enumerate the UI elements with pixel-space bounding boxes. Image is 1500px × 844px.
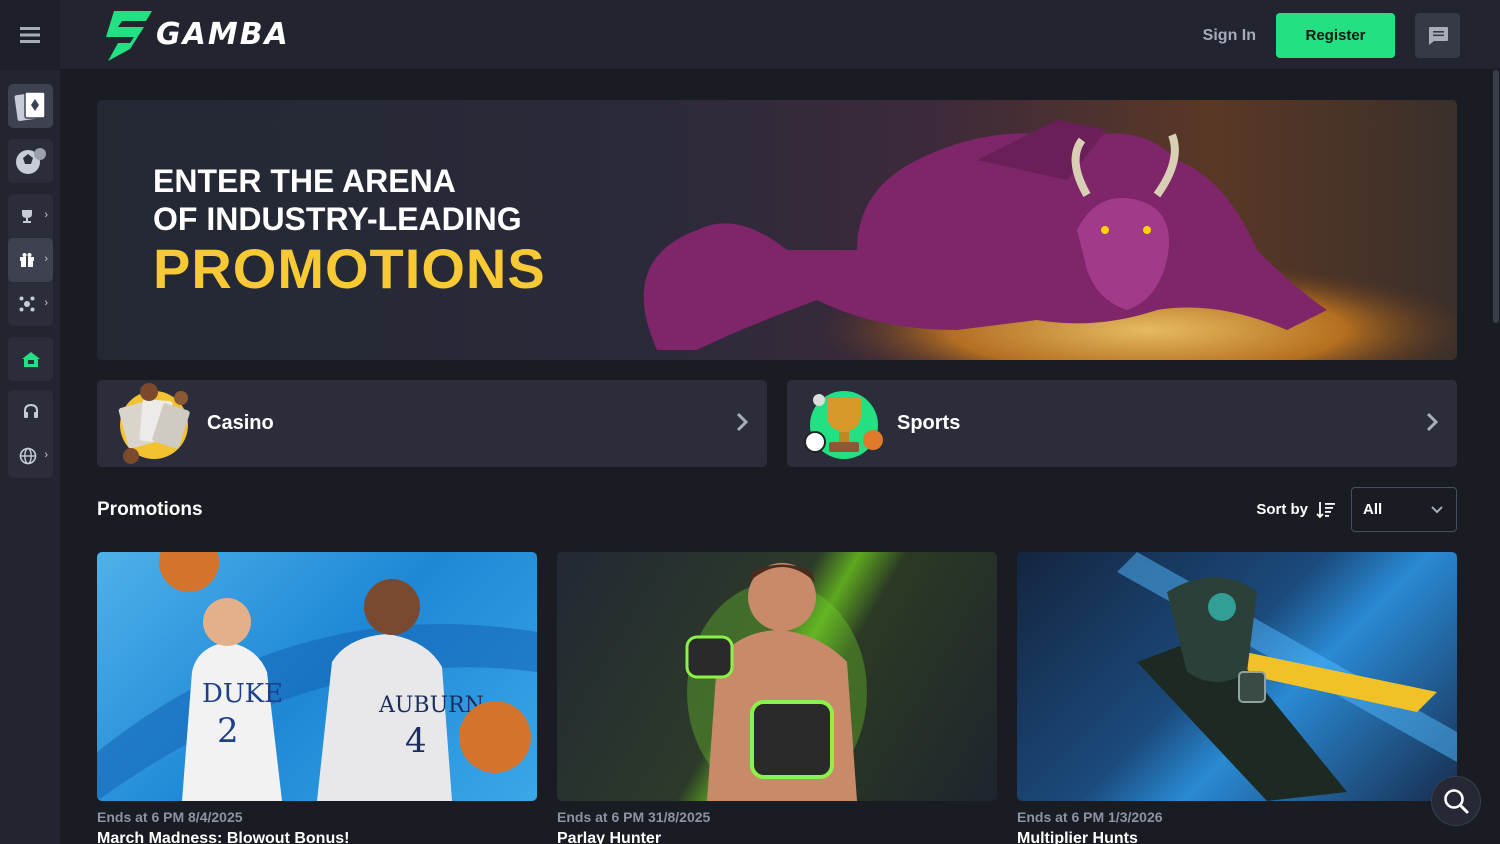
sidebar-item-promotions[interactable]: › — [8, 238, 53, 282]
chevron-right-icon — [1426, 412, 1439, 432]
chevron-right-icon: › — [44, 209, 48, 221]
sidebar-item-vip[interactable] — [8, 337, 53, 381]
promo-end-date: Ends at 6 PM 31/8/2025 — [557, 809, 711, 825]
search-icon — [1444, 789, 1469, 814]
casino-icon — [14, 91, 46, 122]
sort-label: Sort by — [1256, 501, 1308, 518]
basketball-players-illustration: DUKE 2 AUBURN 4 — [97, 552, 537, 801]
search-button[interactable] — [1431, 776, 1481, 826]
svg-text:2: 2 — [217, 711, 239, 751]
category-label-casino: Casino — [207, 412, 274, 434]
promo-title[interactable]: March Madness: Blowout Bonus! — [97, 830, 537, 844]
promo-card[interactable]: Ends at 6 PM 31/8/2025 Parlay Hunter — [557, 552, 997, 844]
svg-text:4: 4 — [405, 721, 427, 761]
sort-select[interactable]: All — [1351, 487, 1457, 532]
sort-select-value: All — [1363, 501, 1383, 518]
category-card-casino[interactable]: Casino — [97, 380, 767, 467]
category-label-sports: Sports — [897, 412, 961, 434]
casino-cards-icon — [118, 383, 190, 464]
category-card-sports[interactable]: Sports — [787, 380, 1457, 467]
hero-line-2: OF INDUSTRY-LEADING — [153, 201, 522, 237]
top-bar: GAMBA Sign In Register — [0, 0, 1500, 70]
sidebar-group-sports — [8, 139, 53, 183]
promo-card[interactable]: Ends at 6 PM 1/3/2026 Multiplier Hunts — [1017, 552, 1457, 844]
promo-title[interactable]: Parlay Hunter — [557, 830, 997, 844]
sports-icon — [15, 148, 46, 174]
sidebar-group-main — [8, 84, 53, 128]
chat-icon — [1428, 26, 1448, 45]
house-icon — [21, 352, 40, 367]
sidebar-item-affiliate[interactable]: › — [8, 282, 53, 326]
logo-mark-icon — [106, 10, 152, 61]
promo-end-date: Ends at 6 PM 1/3/2026 — [1017, 809, 1163, 825]
fighter-illustration — [685, 563, 867, 801]
logo-text: GAMBA — [156, 17, 290, 52]
scrollbar-thumb[interactable] — [1493, 70, 1499, 323]
chevron-right-icon: › — [44, 297, 48, 309]
sidebar-item-tournaments[interactable]: › — [8, 194, 53, 238]
menu-icon — [20, 26, 40, 43]
sidebar-group-bonus — [8, 337, 53, 381]
sign-in-link[interactable]: Sign In — [1203, 27, 1256, 45]
headset-icon — [23, 403, 38, 418]
promo-card[interactable]: DUKE 2 AUBURN 4 Ends at 6 PM 8/4/2025 Ma… — [97, 552, 537, 844]
sidebar-item-casino[interactable] — [8, 84, 53, 128]
chevron-down-icon — [1431, 506, 1443, 514]
promo-image-basketball[interactable]: DUKE 2 AUBURN 4 — [97, 552, 537, 801]
register-button[interactable]: Register — [1276, 13, 1395, 58]
promo-image-fighter[interactable] — [557, 552, 997, 801]
hero-line-1: ENTER THE ARENA — [153, 163, 456, 199]
menu-button[interactable] — [0, 0, 60, 70]
sort-icon[interactable] — [1316, 500, 1336, 520]
sidebar-item-language[interactable]: › — [8, 434, 53, 478]
promo-title[interactable]: Multiplier Hunts — [1017, 830, 1457, 844]
globe-icon — [19, 447, 36, 465]
sidebar: › › › › — [0, 70, 60, 844]
chevron-right-icon: › — [44, 253, 48, 265]
promo-image-multiplier[interactable] — [1017, 552, 1457, 801]
sidebar-item-support[interactable] — [8, 390, 53, 434]
promotions-heading: Promotions — [97, 499, 203, 520]
logo[interactable]: GAMBA — [100, 9, 290, 61]
chevron-right-icon: › — [44, 449, 48, 461]
sidebar-item-sports[interactable] — [8, 139, 53, 183]
hero-line-3: PROMOTIONS — [153, 237, 546, 300]
svg-text:DUKE: DUKE — [202, 679, 283, 709]
scrollbar[interactable] — [1492, 70, 1500, 844]
trophy-icon — [21, 210, 32, 223]
hero-banner[interactable]: ENTER THE ARENA OF INDUSTRY-LEADING PROM… — [97, 100, 1457, 360]
sports-trophy-icon — [804, 391, 883, 459]
chat-button[interactable] — [1415, 13, 1460, 58]
sidebar-group-support: › — [8, 390, 53, 478]
sort-control: Sort by All — [1256, 487, 1457, 532]
multiplier-hunter-illustration — [1117, 552, 1457, 801]
gift-icon — [19, 253, 34, 267]
network-icon — [19, 296, 34, 312]
chevron-right-icon — [736, 412, 749, 432]
sidebar-group-nav: › › › — [8, 194, 53, 326]
promo-end-date: Ends at 6 PM 8/4/2025 — [97, 809, 243, 825]
